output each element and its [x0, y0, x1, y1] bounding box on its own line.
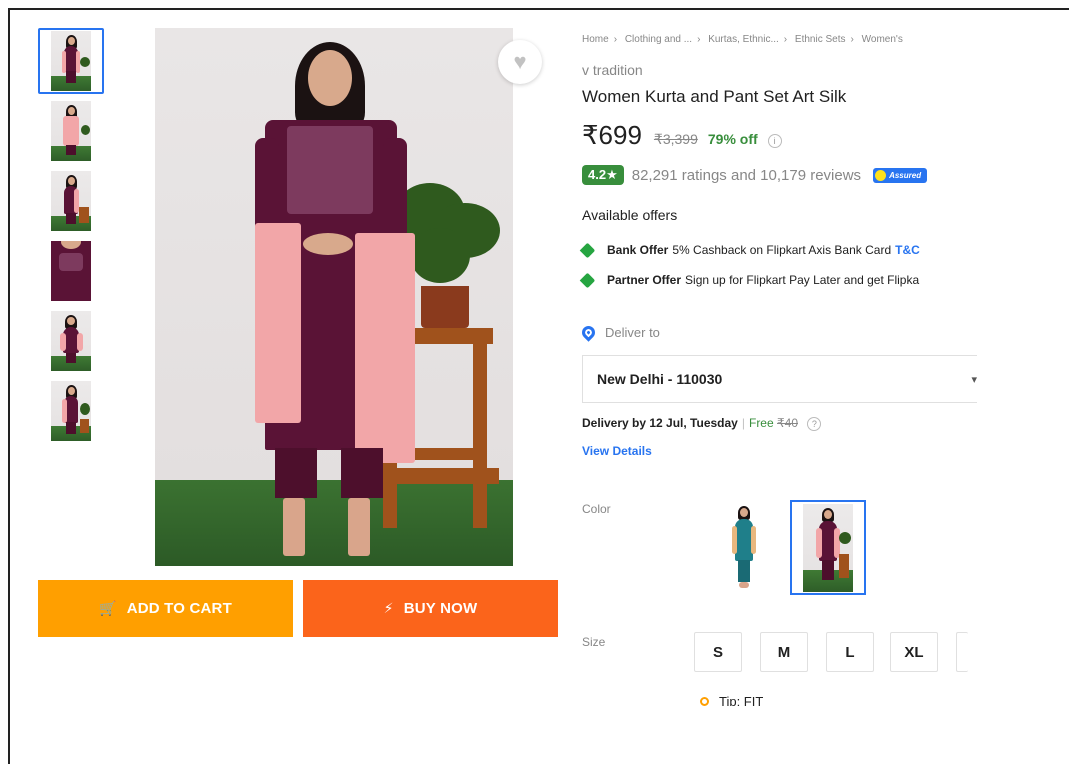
breadcrumb-home[interactable]: Home — [582, 34, 609, 45]
offer-tag-icon — [579, 242, 596, 258]
size-option-partial[interactable] — [956, 632, 968, 672]
chevron-right-icon: › — [850, 34, 854, 45]
thumbnail-image — [51, 381, 91, 441]
price-row: ₹699 ₹3,399 79% off i — [582, 120, 782, 151]
offer-item: Bank Offer 5% Cashback on Flipkart Axis … — [579, 242, 920, 258]
thumbnail-list — [38, 28, 108, 448]
delivery-location-select[interactable]: New Delhi - 110030 ▾ — [582, 355, 977, 403]
color-swatch-image — [719, 504, 769, 592]
selling-price: ₹699 — [582, 120, 642, 150]
thumbnail-5[interactable] — [38, 308, 104, 374]
fit-tip-text: Tip: FIT — [719, 696, 764, 706]
add-to-cart-label: ADD TO CART — [126, 600, 232, 617]
help-icon[interactable]: ? — [807, 417, 822, 431]
info-icon[interactable]: i — [767, 134, 782, 148]
thumbnail-image — [51, 171, 91, 231]
product-title: Women Kurta and Pant Set Art Silk — [582, 87, 847, 106]
size-option-xl[interactable]: XL — [890, 632, 938, 672]
size-option-m[interactable]: M — [760, 632, 808, 672]
add-to-cart-button[interactable]: 🛒 ADD TO CART — [38, 580, 293, 637]
offer-tag-icon — [579, 272, 596, 288]
rating-row: 4.2★ 82,291 ratings and 10,179 reviews A… — [582, 165, 928, 185]
breadcrumb-clothing[interactable]: Clothing and ... — [625, 34, 692, 45]
chevron-right-icon: › — [783, 34, 788, 45]
thumbnail-6[interactable] — [38, 378, 104, 444]
wishlist-heart-icon[interactable]: ♥ — [498, 40, 542, 84]
ratings-reviews-count[interactable]: 82,291 ratings and 10,179 reviews — [632, 167, 861, 184]
mrp-price: ₹3,399 — [653, 131, 698, 147]
color-label: Color — [582, 502, 611, 516]
breadcrumb-womens[interactable]: Women's — [862, 34, 903, 45]
chevron-right-icon: › — [613, 34, 618, 45]
thumbnail-1[interactable] — [38, 28, 104, 94]
thumbnail-3[interactable] — [38, 168, 104, 234]
divider: | — [741, 416, 745, 430]
fit-tip: Tip: FIT — [700, 696, 763, 706]
color-swatch-wine[interactable] — [790, 500, 866, 595]
deliver-to-heading: Deliver to — [579, 323, 660, 342]
size-label: Size — [582, 635, 606, 649]
chevron-down-icon: ▾ — [971, 373, 977, 386]
thumbnail-image — [51, 241, 91, 301]
thumbnail-image — [51, 311, 91, 371]
brand-name[interactable]: v tradition — [582, 62, 643, 78]
product-main-image[interactable] — [155, 28, 513, 566]
breadcrumb: Home › Clothing and ... › Kurtas, Ethnic..… — [582, 34, 903, 45]
offer-type: Partner Offer — [607, 273, 682, 287]
terms-link[interactable]: T&C — [895, 243, 920, 257]
assured-badge: Assured — [873, 167, 928, 183]
offer-type: Bank Offer — [607, 243, 669, 257]
offers-heading: Available offers — [582, 207, 678, 223]
deliver-to-label: Deliver to — [605, 325, 660, 340]
delivery-free: Free — [748, 416, 774, 430]
chevron-right-icon: › — [697, 34, 701, 45]
lightning-icon: ⚡ — [383, 600, 394, 616]
buy-now-label: BUY NOW — [403, 600, 478, 617]
breadcrumb-ethnic-sets[interactable]: Ethnic Sets — [795, 34, 846, 45]
size-option-s[interactable]: S — [694, 632, 742, 672]
view-details-link[interactable]: View Details — [582, 444, 652, 458]
color-swatch-image — [803, 503, 853, 592]
size-option-l[interactable]: L — [826, 632, 874, 672]
thumbnail-image — [51, 31, 91, 91]
offer-text: 5% Cashback on Flipkart Axis Bank Card — [672, 243, 892, 257]
location-pin-icon — [579, 323, 598, 342]
rating-badge[interactable]: 4.2★ — [582, 165, 624, 185]
lightbulb-icon — [700, 696, 709, 706]
delivery-info: Delivery by 12 Jul, Tuesday | Free ₹40 ? — [582, 416, 822, 431]
delivery-date: Delivery by 12 Jul, Tuesday — [582, 416, 738, 430]
cart-icon: 🛒 — [99, 600, 117, 616]
delivery-fee: ₹40 — [777, 416, 798, 430]
thumbnail-2[interactable] — [38, 98, 104, 164]
breadcrumb-kurtas[interactable]: Kurtas, Ethnic... — [708, 34, 779, 45]
offer-item: Partner Offer Sign up for Flipkart Pay L… — [579, 272, 920, 288]
delivery-location-value: New Delhi - 110030 — [597, 371, 723, 387]
discount-percent: 79% off — [707, 131, 758, 147]
thumbnail-image — [51, 101, 91, 161]
offer-text: Sign up for Flipkart Pay Later and get F… — [685, 273, 920, 287]
product-page: ♥ 🛒 ADD TO CART ⚡ BUY NOW Home › Clothing… — [10, 10, 977, 764]
thumbnail-4[interactable] — [38, 238, 104, 304]
color-swatch-teal[interactable] — [706, 500, 782, 595]
buy-now-button[interactable]: ⚡ BUY NOW — [303, 580, 558, 637]
